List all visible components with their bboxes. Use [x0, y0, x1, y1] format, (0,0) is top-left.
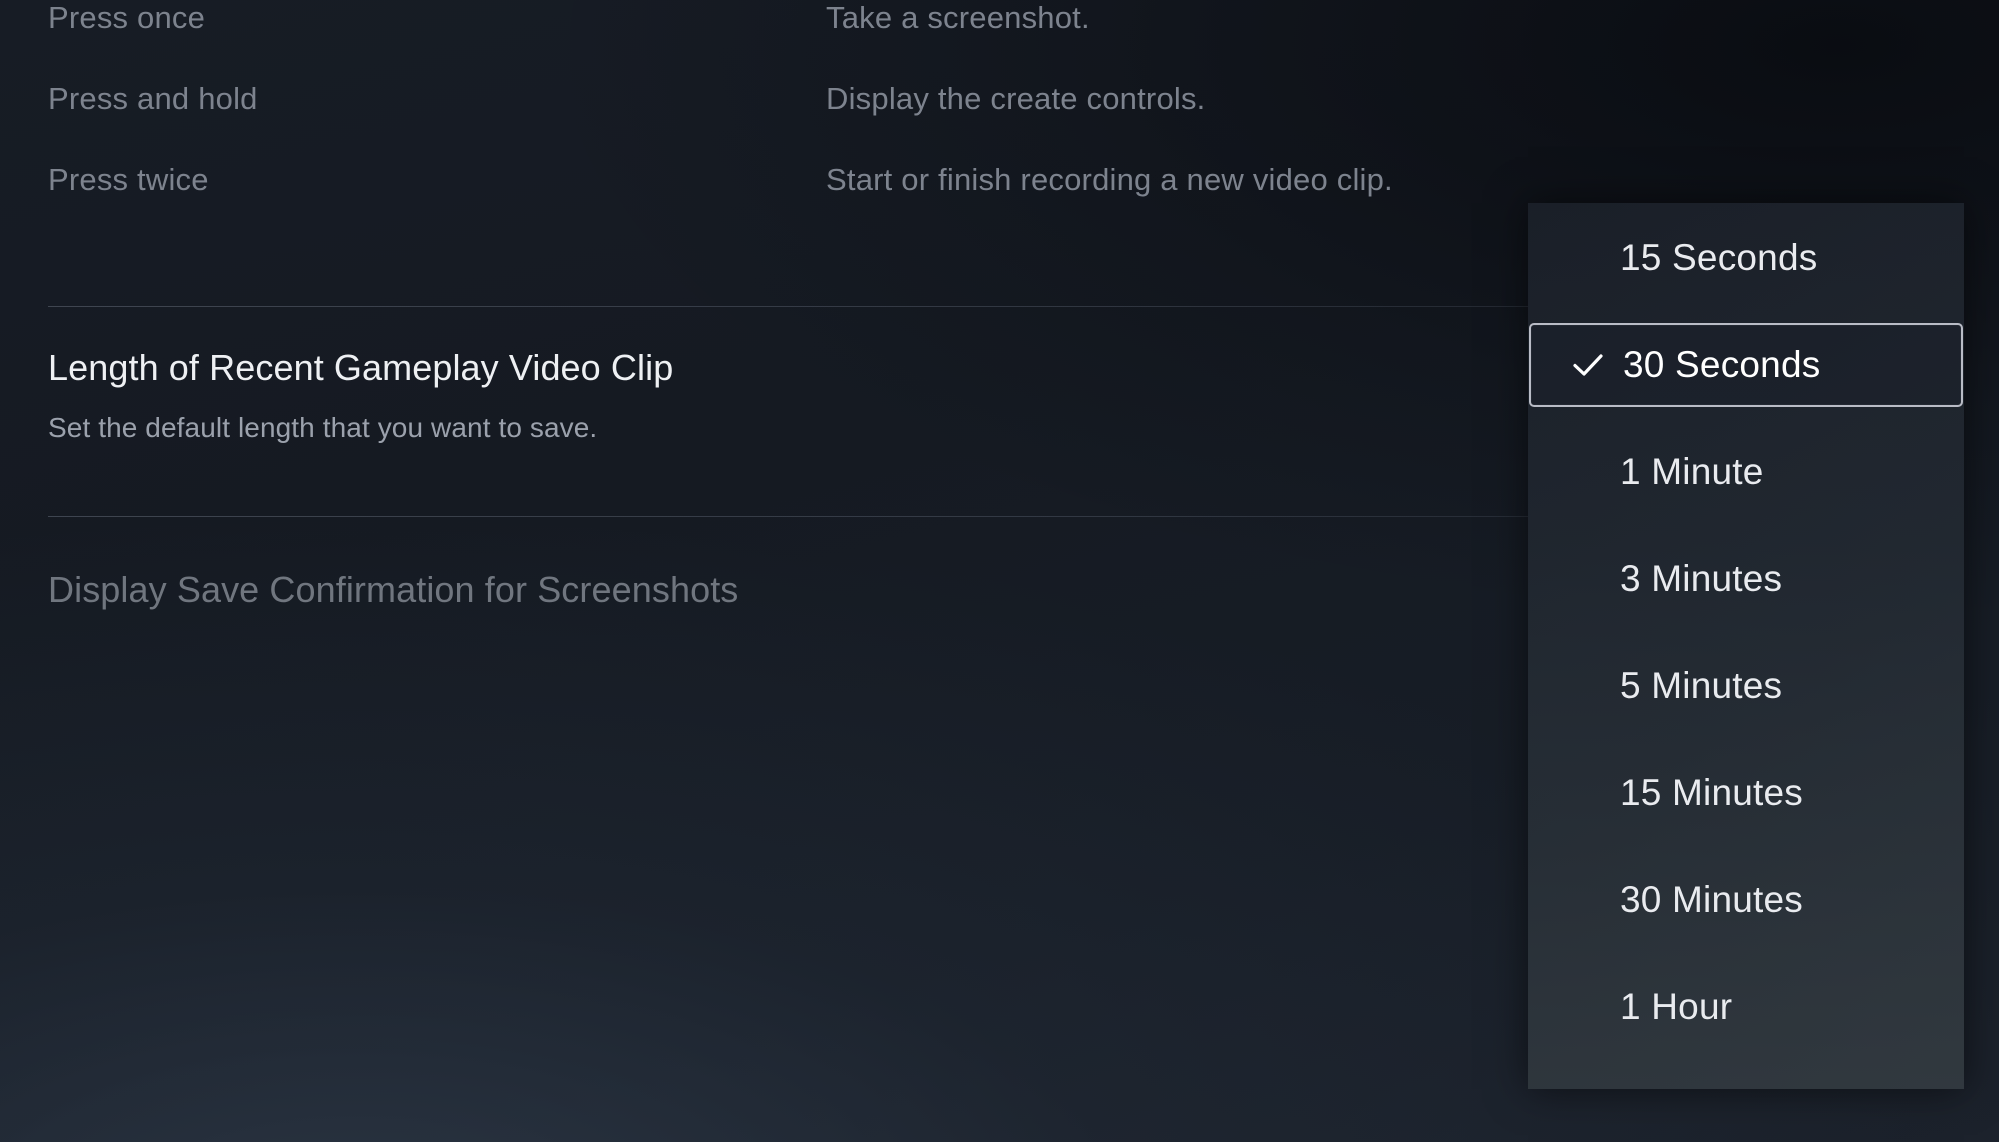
dropdown-option[interactable]: 1 Minute [1528, 430, 1964, 514]
hint-row: Press twice Start or finish recording a … [48, 162, 1488, 243]
dropdown-option-label: 30 Seconds [1623, 344, 1821, 385]
dropdown-option-label: 3 Minutes [1620, 558, 1783, 599]
setting-row-save-confirmation[interactable]: Display Save Confirmation for Screenshot… [48, 572, 1468, 608]
hint-key: Press and hold [48, 81, 258, 116]
hint-value: Start or finish recording a new video cl… [826, 162, 1393, 197]
ps5-capture-settings-screen: Press once Take a screenshot. Press and … [0, 0, 1999, 1142]
clip-length-dropdown[interactable]: 15 Seconds 30 Seconds 1 Minute 3 Minutes 5 M… [1528, 203, 1964, 1089]
dropdown-option[interactable]: 5 Minutes [1528, 644, 1964, 728]
hint-row: Press once Take a screenshot. [48, 0, 1488, 81]
dropdown-option[interactable]: 3 Minutes [1528, 537, 1964, 621]
dropdown-option[interactable]: 1 Hour [1528, 965, 1964, 1049]
settings-content: Press once Take a screenshot. Press and … [0, 0, 1948, 1142]
dropdown-option-selected[interactable]: 30 Seconds [1529, 323, 1963, 407]
hint-row: Press and hold Display the create contro… [48, 81, 1488, 162]
button-hints-table: Press once Take a screenshot. Press and … [48, 0, 1488, 243]
hint-key: Press twice [48, 162, 209, 197]
dropdown-option-label: 5 Minutes [1620, 665, 1783, 706]
setting-description: Set the default length that you want to … [48, 412, 598, 443]
dropdown-option[interactable]: 15 Minutes [1528, 751, 1964, 835]
hint-value: Take a screenshot. [826, 0, 1090, 35]
dropdown-option-label: 15 Seconds [1620, 237, 1818, 278]
hint-value: Display the create controls. [826, 81, 1206, 116]
setting-title: Length of Recent Gameplay Video Clip [48, 347, 674, 388]
dropdown-option-label: 1 Hour [1620, 986, 1733, 1027]
check-icon [1571, 348, 1605, 382]
hint-key: Press once [48, 0, 206, 35]
dropdown-option-label: 30 Minutes [1620, 879, 1803, 920]
dropdown-option-label: 15 Minutes [1620, 772, 1803, 813]
setting-row-clip-length[interactable]: Length of Recent Gameplay Video Clip Set… [48, 350, 1468, 442]
dropdown-option[interactable]: 30 Minutes [1528, 858, 1964, 942]
dropdown-option-label: 1 Minute [1620, 451, 1764, 492]
setting-title: Display Save Confirmation for Screenshot… [48, 569, 739, 610]
dropdown-option[interactable]: 15 Seconds [1528, 216, 1964, 300]
